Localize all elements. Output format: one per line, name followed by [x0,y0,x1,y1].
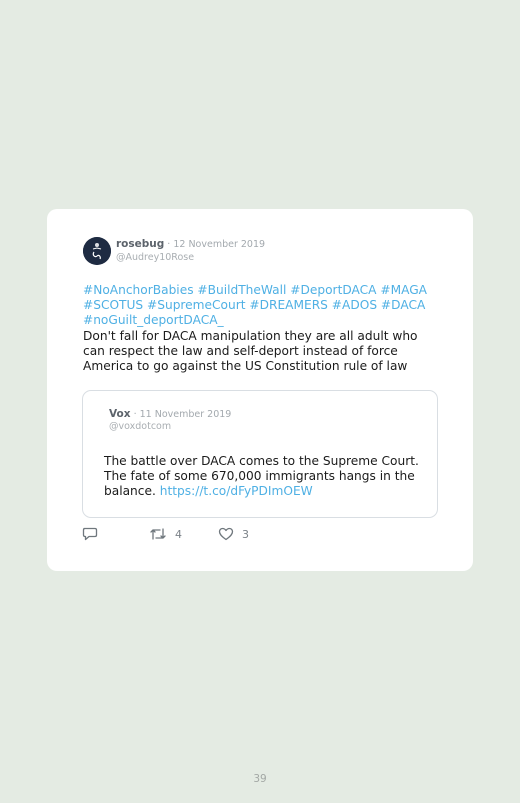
quoted-date[interactable]: 11 November 2019 [140,409,232,420]
author-name[interactable]: rosebug [116,238,164,250]
quoted-text: The battle over DACA comes to the Suprem… [104,454,429,499]
tweet-card: rosebug · 12 November 2019 @Audrey10Rose… [47,209,473,571]
hashtags[interactable]: #NoAnchorBabies #BuildTheWall #DeportDAC… [83,283,443,328]
quoted-handle[interactable]: @voxdotcom [109,421,171,432]
retweet-count: 4 [175,527,182,541]
avatar-image [83,237,111,265]
tweet-actions: 4 3 [82,525,442,545]
like-button[interactable]: 3 [218,525,249,543]
separator: · [164,239,174,250]
quoted-separator: · [130,409,140,420]
quoted-tweet[interactable]: Vox · 11 November 2019 @voxdotcom The ba… [82,390,438,518]
author-handle[interactable]: @Audrey10Rose [116,252,194,263]
like-icon [218,527,234,541]
quoted-author-name[interactable]: Vox [109,408,131,420]
avatar[interactable] [83,237,111,265]
tweet-header: rosebug · 12 November 2019 @Audrey10Rose [83,237,443,267]
tweet-text: Don't fall for DACA manipulation they ar… [83,329,418,373]
retweet-icon [150,528,166,540]
like-count: 3 [242,527,249,541]
retweet-button[interactable]: 4 [149,525,182,543]
quoted-link[interactable]: https://t.co/dFyPDImOEW [160,484,313,498]
author-line: rosebug · 12 November 2019 [116,238,265,250]
reply-icon [82,527,98,541]
page-number: 39 [253,773,267,785]
quoted-author-line: Vox · 11 November 2019 [109,408,231,420]
tweet-date[interactable]: 12 November 2019 [173,239,265,250]
reply-button[interactable] [82,525,98,543]
